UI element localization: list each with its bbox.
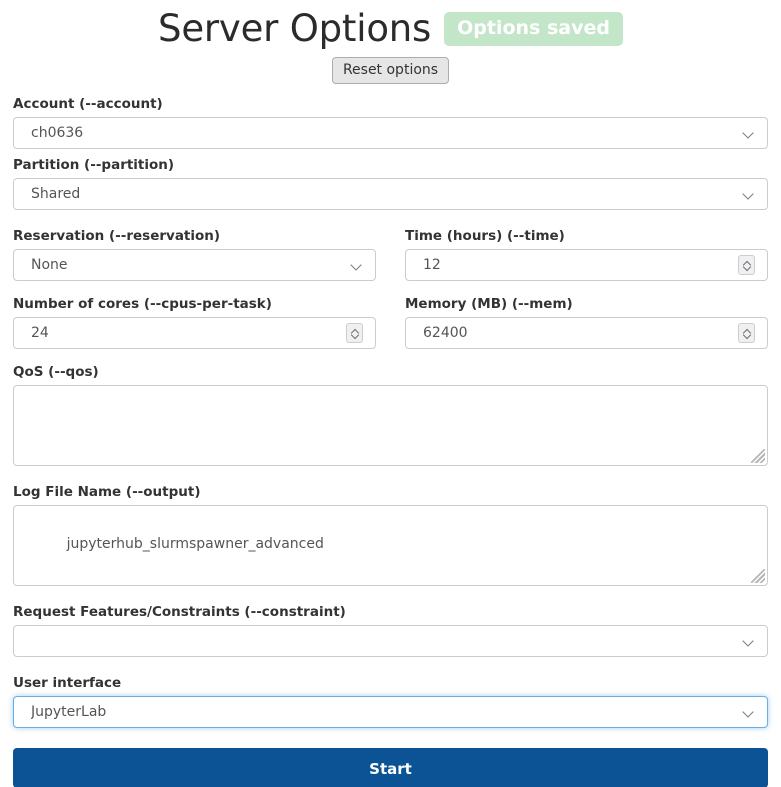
reservation-value: None (31, 257, 68, 273)
reservation-select[interactable]: None (13, 249, 376, 281)
memory-value: 62400 (423, 325, 468, 341)
cores-value: 24 (31, 325, 49, 341)
account-label: Account (--account) (13, 96, 163, 112)
field-user-interface: User interface JupyterLab (13, 675, 768, 728)
partition-value: Shared (31, 186, 81, 202)
chevron-down-icon (743, 127, 755, 139)
user-interface-label: User interface (13, 675, 122, 691)
user-interface-select[interactable]: JupyterLab (13, 696, 768, 728)
time-stepper[interactable] (738, 255, 755, 275)
account-select[interactable]: ch0636 (13, 117, 768, 149)
reservation-label: Reservation (--reservation) (13, 228, 221, 244)
page-header: Server Options Options saved Reset optio… (13, 0, 768, 85)
cores-stepper[interactable] (346, 323, 363, 343)
cores-label: Number of cores (--cpus-per-task) (13, 296, 272, 312)
chevron-down-icon (743, 706, 755, 718)
page-title: Server Options (158, 7, 432, 50)
field-account: Account (--account) ch0636 (13, 96, 768, 149)
server-options-form: Account (--account) ch0636 Partition (--… (13, 96, 768, 787)
reset-options-button[interactable]: Reset options (331, 57, 450, 84)
logfile-textarea[interactable]: jupyterhub_slurmspawner_advanced (13, 505, 768, 586)
field-time: Time (hours) (--time) 12 (405, 228, 768, 281)
chevron-down-icon (351, 259, 363, 271)
time-input[interactable]: 12 (405, 249, 768, 281)
memory-input[interactable]: 62400 (405, 317, 768, 349)
field-cores: Number of cores (--cpus-per-task) 24 (13, 296, 376, 349)
time-value: 12 (423, 257, 441, 273)
qos-textarea[interactable] (13, 385, 768, 466)
constraint-select[interactable] (13, 625, 768, 657)
server-options-page: Server Options Options saved Reset optio… (0, 0, 781, 787)
logfile-value: jupyterhub_slurmspawner_advanced (66, 536, 324, 552)
row-cores-memory: Number of cores (--cpus-per-task) 24 Mem… (13, 296, 768, 349)
chevron-down-icon[interactable] (351, 334, 358, 338)
field-reservation: Reservation (--reservation) None (13, 228, 376, 281)
chevron-down-icon[interactable] (743, 334, 750, 338)
account-value: ch0636 (31, 125, 84, 141)
field-memory: Memory (MB) (--mem) 62400 (405, 296, 768, 349)
field-logfile: Log File Name (--output) jupyterhub_slur… (13, 484, 768, 586)
memory-label: Memory (MB) (--mem) (405, 296, 573, 312)
qos-label: QoS (--qos) (13, 364, 99, 380)
status-badge: Options saved (444, 12, 623, 46)
logfile-label: Log File Name (--output) (13, 484, 201, 500)
partition-select[interactable]: Shared (13, 178, 768, 210)
field-qos: QoS (--qos) (13, 364, 768, 466)
partition-label: Partition (--partition) (13, 157, 175, 173)
cores-input[interactable]: 24 (13, 317, 376, 349)
row-reservation-time: Reservation (--reservation) None Time (h… (13, 228, 768, 281)
title-row: Server Options Options saved (13, 6, 768, 52)
chevron-down-icon[interactable] (743, 266, 750, 270)
start-button[interactable]: Start (13, 748, 768, 787)
resize-handle-icon[interactable] (751, 449, 765, 463)
memory-stepper[interactable] (738, 323, 755, 343)
chevron-down-icon (743, 635, 755, 647)
time-label: Time (hours) (--time) (405, 228, 565, 244)
resize-handle-icon[interactable] (751, 569, 765, 583)
constraint-label: Request Features/Constraints (--constrai… (13, 604, 346, 620)
user-interface-value: JupyterLab (31, 704, 107, 720)
field-partition: Partition (--partition) Shared (13, 157, 768, 210)
field-constraint: Request Features/Constraints (--constrai… (13, 604, 768, 657)
chevron-down-icon (743, 188, 755, 200)
reset-row: Reset options (13, 57, 768, 85)
